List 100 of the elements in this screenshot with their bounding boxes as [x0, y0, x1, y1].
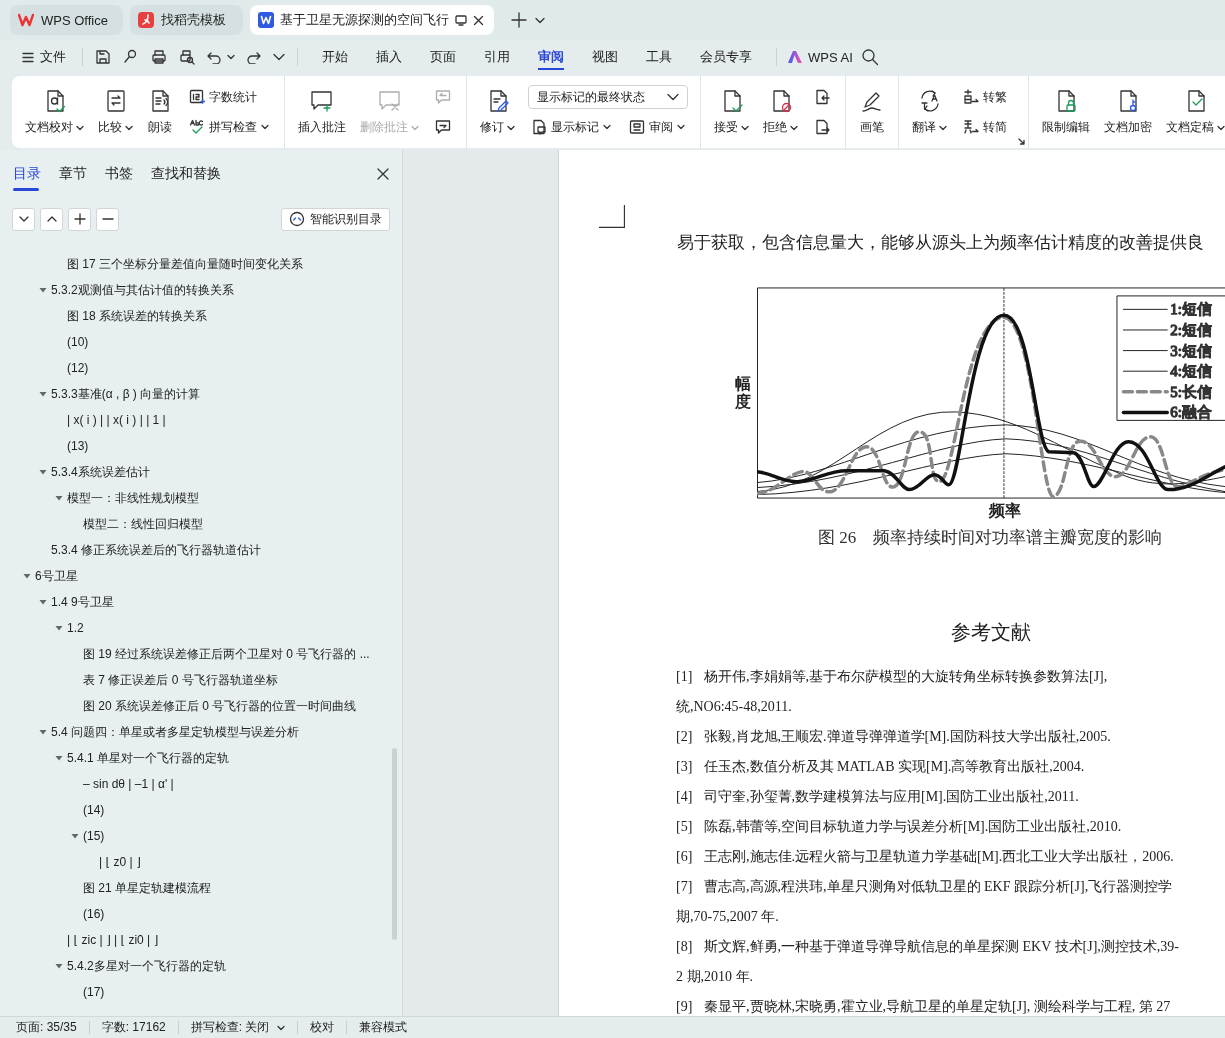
legend-line-sample: [1122, 370, 1168, 372]
reference-text: 王志刚,施志佳.远程火箭与卫星轨道力学基础[M].西北工业大学出版社，2006.: [704, 848, 1174, 866]
outline-item[interactable]: 模型二：线性回归模型: [0, 511, 209, 537]
reference-text: 秦显平,贾晓林,宋晓勇,霍立业,导航卫星的单星定轨[J], 测绘科学与工程, 第 27: [704, 998, 1171, 1016]
reference-number: [7]: [676, 879, 694, 895]
counter-icon: [189, 89, 205, 105]
insert-comment-button[interactable]: 插入批注: [293, 80, 351, 144]
document-tab[interactable]: 基于卫星无源探测的空间飞行: [250, 5, 494, 35]
undo-icon: [207, 50, 221, 64]
markup-mode-dropdown[interactable]: 显示标记的最终状态: [528, 85, 688, 109]
reference-text: 陈磊,韩蕾等,空间目标轨道力学与误差分析[M].国防工业出版社,2010.: [704, 818, 1122, 836]
outline-item[interactable]: 5.4.1 单星对一个飞行器的定轨: [0, 745, 236, 771]
encrypt-document-button[interactable]: 文档加密: [1099, 80, 1157, 144]
legend-label: 4:短信: [1170, 363, 1212, 380]
document-tab[interactable]: WPS Office: [10, 5, 123, 35]
outline-item[interactable]: | x( i ) | | x( i ) | | 1 |: [0, 407, 172, 433]
ribbon-tab[interactable]: 引用: [470, 41, 524, 73]
next-comment-icon: [435, 119, 451, 135]
outline-item[interactable]: (10): [0, 329, 95, 355]
smart-toc-button[interactable]: 智能识别目录: [281, 207, 390, 231]
close-button[interactable]: [376, 167, 390, 181]
review-pane-button[interactable]: 审阅: [626, 115, 688, 139]
to-simplified-button[interactable]: 转简: [960, 115, 1010, 139]
pane-tab[interactable]: 查找和替换: [142, 159, 230, 189]
ribbon-tab[interactable]: 审阅: [524, 41, 578, 73]
outline-item[interactable]: 图 18 系统误差的转换关系: [0, 303, 213, 329]
ribbon-tab[interactable]: 会员专享: [686, 41, 766, 73]
restrict-editing-button[interactable]: 限制编辑: [1037, 80, 1095, 144]
figure-caption: 图 26 频率持续时间对功率谱主瓣宽度的影响: [818, 527, 1164, 549]
track-changes-button[interactable]: 修订: [475, 80, 520, 144]
pane-tab[interactable]: 书签: [96, 159, 142, 189]
previous-comment-icon: [435, 89, 451, 105]
outline-item[interactable]: 5.3.3基准(α , β ) 向量的计算: [0, 381, 207, 407]
outline-item[interactable]: 5.3.2观测值与其估计值的转换关系: [0, 277, 240, 303]
reference-text: 2 期,2010 年.: [676, 968, 753, 986]
spell-check-toggle[interactable]: 拼写检查: 关闭: [184, 1019, 292, 1036]
to-traditional-button[interactable]: 转繁: [960, 85, 1010, 109]
outline-item[interactable]: | ⌊ z0 | ⌋: [0, 849, 147, 875]
plus-icon: [72, 212, 87, 226]
outline-item[interactable]: 图 19 经过系统误差修正后两个卫星对 0 号飞行器的 ...: [0, 641, 376, 667]
show-markup-button[interactable]: 显示标记: [528, 115, 614, 139]
ribbon-tab[interactable]: 视图: [578, 41, 632, 73]
proofread-button[interactable]: 文档校对: [20, 80, 89, 144]
outline-item[interactable]: (12): [0, 355, 95, 381]
word-count-button[interactable]: 字数统计: [186, 85, 272, 109]
reference-text: 杨开伟,李娟娟等,基于布尔萨模型的大旋转角坐标转换参数算法[J],: [704, 668, 1108, 686]
chevron-down-icon: [273, 53, 285, 61]
previous-change-icon: [814, 89, 830, 105]
outline-item[interactable]: 图 17 三个坐标分量差值向量随时间变化关系: [0, 251, 309, 277]
outline-item[interactable]: (13): [0, 433, 95, 459]
ribbon-tab[interactable]: 页面: [416, 41, 470, 73]
outline-item[interactable]: 图 21 单星定轨建模流程: [0, 875, 217, 901]
review-pane-icon: [629, 119, 645, 135]
ai-assistant-button[interactable]: WPS AI: [787, 43, 861, 71]
outline-item[interactable]: (17): [0, 979, 111, 1005]
outline-item[interactable]: 图 20 系统误差修正后 0 号飞行器的位置一时间曲线: [0, 693, 363, 719]
outline-item[interactable]: 6号卫星: [0, 563, 84, 589]
axis-label: 幅度: [735, 375, 751, 411]
reference-text: 斯文辉,鲜勇,一种基于弹道导弹导航信息的单星探测 EKV 技术[J],测控技术,39-: [704, 938, 1179, 956]
reject-button[interactable]: 拒绝: [758, 80, 803, 144]
outline-item[interactable]: 5.4.2多星对一个飞行器的定轨: [0, 953, 232, 979]
ribbon-tab[interactable]: 工具: [632, 41, 686, 73]
outline-item[interactable]: 5.3.4 修正系统误差后的飞行器轨道估计: [0, 537, 268, 563]
document-tab[interactable]: 找稻壳模板: [130, 5, 243, 35]
file-menu[interactable]: 文件: [16, 43, 72, 71]
pen-button[interactable]: 画笔: [854, 80, 890, 144]
legend-line-sample: [1122, 329, 1168, 331]
ribbon-tab[interactable]: 插入: [362, 41, 416, 73]
outline-item[interactable]: – sin dθ | –1 | α' |: [0, 771, 180, 797]
ribbon-tab[interactable]: 开始: [308, 41, 362, 73]
outline-item[interactable]: 5.3.4系统误差估计: [0, 459, 156, 485]
show-markup-icon: [531, 119, 547, 135]
chevron-down-icon: [535, 16, 545, 24]
outline-item[interactable]: 模型一：非线性规划模型: [0, 485, 205, 511]
proofread-button[interactable]: 校对: [304, 1019, 341, 1036]
outline-item[interactable]: 1.2: [0, 615, 90, 641]
outline-item[interactable]: 1.4 9号卫星: [0, 589, 120, 615]
legend-label: 5:长信: [1170, 383, 1212, 400]
outline-item[interactable]: (14): [0, 797, 111, 823]
scrollbar-thumb[interactable]: [392, 748, 397, 940]
spell-check-button[interactable]: 拼写检查: [186, 115, 272, 139]
legend-line-sample: [1121, 410, 1169, 415]
pane-tab[interactable]: 目录: [12, 159, 50, 189]
menu-icon: [22, 51, 34, 63]
legend-label: 3:短信: [1170, 342, 1212, 359]
pane-tab[interactable]: 章节: [50, 159, 96, 189]
outline-item[interactable]: 5.4 问题四：单星或者多星定轨模型与误差分析: [0, 719, 305, 745]
finalize-document-button[interactable]: 文档定稿: [1161, 80, 1225, 144]
read-aloud-button[interactable]: 朗读: [142, 80, 178, 144]
legend-label: 2:短信: [1170, 321, 1212, 338]
outline-item[interactable]: | ⌊ zic | ⌋ | ⌊ zi0 | ⌋: [0, 927, 165, 953]
outline-item[interactable]: (15): [0, 823, 111, 849]
add-button[interactable]: [68, 207, 91, 231]
outline-item[interactable]: (16): [0, 901, 111, 927]
accept-button[interactable]: 接受: [709, 80, 754, 144]
remove-button[interactable]: [96, 207, 119, 231]
outline-item[interactable]: 表 7 修正误差后 0 号飞行器轨道坐标: [0, 667, 284, 693]
crop-mark: [599, 205, 625, 228]
translate-button[interactable]: 翻译: [907, 80, 952, 144]
compare-button[interactable]: 比较: [93, 80, 138, 144]
